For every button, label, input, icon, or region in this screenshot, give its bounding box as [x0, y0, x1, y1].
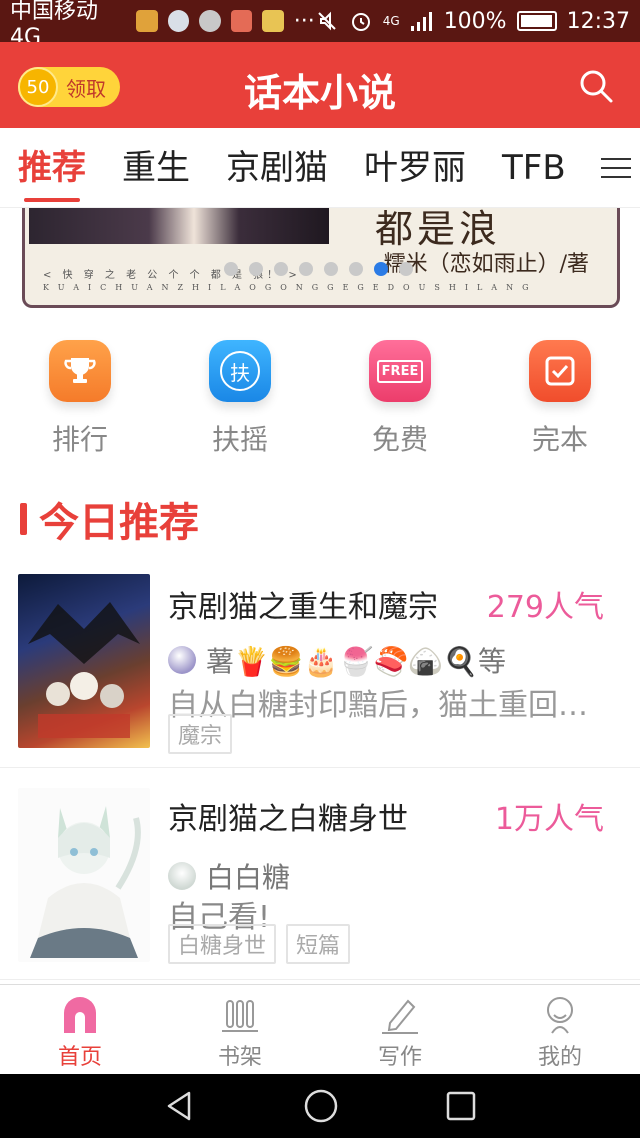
pencil-icon	[382, 999, 418, 1034]
free-glyph: FREE	[376, 359, 424, 383]
quick-fuyao[interactable]: 扶 扶摇	[160, 340, 320, 460]
section-title: 今日推荐	[39, 500, 199, 546]
quick-finished[interactable]: 完本	[480, 340, 640, 460]
system-navigation-bar	[0, 1074, 640, 1138]
carousel-dot[interactable]	[249, 262, 263, 276]
quick-entries: 排行 扶 扶摇 FREE 免费 完本	[0, 340, 640, 460]
nav-profile-label: 我的	[537, 1045, 582, 1070]
author-name: 白白糖	[206, 861, 291, 894]
signal-icon	[410, 12, 432, 31]
section-header: 今日推荐	[20, 490, 199, 548]
bottom-navigation: 首页 书架 写作 我的	[0, 984, 640, 1074]
nav-profile[interactable]: 我的	[480, 985, 640, 1074]
banner-pinyin: KUAICHUANZHILAOGONGGEGEDOUSHILANG	[43, 283, 538, 292]
check-icon	[529, 340, 591, 402]
mute-icon	[318, 11, 336, 31]
book-title: 京剧猫之重生和魔宗	[168, 590, 438, 625]
book-author: 白白糖	[168, 856, 290, 896]
book-item[interactable]: 京剧猫之重生和魔宗 279人气 薯🍟🍔🎂🍧🍣🍙🍳等 自从白糖封印黯后，猫土重回平…	[0, 556, 640, 768]
status-bar: 中国移动4G ··· 4G 100% 12:37	[0, 0, 640, 50]
carousel-indicator	[224, 262, 413, 276]
battery-percent: 100%	[443, 8, 507, 34]
app-notification-icon-2	[230, 10, 253, 32]
profile-icon	[547, 997, 573, 1034]
nav-write[interactable]: 写作	[320, 985, 480, 1074]
quick-finished-label: 完本	[531, 423, 588, 456]
app-title: 话本小说	[243, 71, 396, 115]
circle-notification-icon	[199, 10, 221, 32]
tab-rebirth[interactable]: 重生	[104, 128, 208, 207]
book-popularity: 279人气	[486, 590, 604, 625]
quick-ranking[interactable]: 排行	[0, 340, 160, 460]
book-item[interactable]: 京剧猫之白糖身世 1万人气 白白糖 自己看! 白糖身世 短篇	[0, 768, 640, 980]
book-author: 薯🍟🍔🎂🍧🍣🍙🍳等	[168, 640, 506, 680]
home-circle-icon[interactable]	[303, 1088, 339, 1124]
carousel-dot[interactable]	[399, 262, 413, 276]
book-tag[interactable]: 短篇	[286, 924, 351, 964]
home-icon	[64, 997, 96, 1033]
banner-carousel[interactable]: 都是浪 糯米（恋如雨止）/著 < 快 穿 之 老 公 个 个 都 是 狼！ > …	[22, 208, 620, 308]
search-icon[interactable]	[578, 68, 614, 104]
fuyao-icon: 扶	[209, 340, 271, 402]
app-notification-icon	[136, 10, 158, 32]
book-title: 京剧猫之白糖身世	[168, 802, 408, 837]
fuyao-glyph: 扶	[220, 351, 260, 391]
section-accent-bar	[20, 503, 27, 535]
book-description: 自从白糖封印黯后，猫土重回平静	[168, 688, 614, 723]
quick-ranking-label: 排行	[51, 423, 108, 456]
carousel-dot[interactable]	[324, 262, 338, 276]
nav-home[interactable]: 首页	[0, 985, 160, 1074]
category-tabs: 推荐 重生 京剧猫 叶罗丽 TFB	[0, 128, 640, 208]
banner-author: 糯米（恋如雨止）/著	[383, 252, 589, 277]
tab-tfb[interactable]: TFB	[484, 128, 584, 207]
carousel-dot[interactable]	[349, 262, 363, 276]
banner-artwork	[29, 208, 329, 244]
battery-icon	[516, 11, 557, 31]
tab-yeluoli[interactable]: 叶罗丽	[346, 128, 484, 207]
carousel-dot-active[interactable]	[374, 262, 388, 276]
book-cover-image	[18, 574, 150, 748]
book-tag[interactable]: 白糖身世	[168, 924, 277, 964]
network-type: 4G	[382, 14, 400, 28]
browser-notification-icon	[167, 10, 190, 32]
author-name: 薯🍟🍔🎂🍧🍣🍙🍳等	[206, 645, 507, 678]
clock: 12:37	[566, 8, 630, 34]
trophy-icon	[49, 340, 111, 402]
quick-free-label: 免费	[371, 423, 428, 456]
app-header: 50 领取 话本小说	[0, 42, 640, 128]
recents-icon[interactable]	[445, 1090, 477, 1122]
tab-jingjumao[interactable]: 京剧猫	[208, 128, 346, 207]
book-cover-image	[18, 788, 150, 962]
nav-write-label: 写作	[377, 1045, 422, 1070]
nav-home-label: 首页	[57, 1045, 102, 1070]
bookshelf-icon	[222, 1000, 258, 1032]
carousel-dot[interactable]	[274, 262, 288, 276]
author-avatar	[168, 862, 196, 890]
nav-bookshelf-label: 书架	[217, 1045, 262, 1070]
quick-free[interactable]: FREE 免费	[320, 340, 480, 460]
carousel-dot[interactable]	[299, 262, 313, 276]
crown-notification-icon	[262, 10, 284, 32]
quick-fuyao-label: 扶摇	[211, 423, 268, 456]
tab-recommend[interactable]: 推荐	[0, 128, 104, 207]
tabs-menu-icon[interactable]	[592, 128, 640, 207]
free-icon: FREE	[369, 340, 431, 402]
back-icon[interactable]	[163, 1089, 197, 1123]
more-notifications: ···	[293, 8, 315, 34]
carousel-dot[interactable]	[224, 262, 238, 276]
book-tags: 魔宗	[168, 714, 233, 754]
author-avatar	[168, 646, 196, 674]
book-popularity: 1万人气	[494, 802, 604, 837]
nav-bookshelf[interactable]: 书架	[160, 985, 320, 1074]
book-tag[interactable]: 魔宗	[168, 714, 233, 754]
alarm-icon	[351, 13, 370, 31]
book-tags: 白糖身世 短篇	[168, 924, 351, 964]
